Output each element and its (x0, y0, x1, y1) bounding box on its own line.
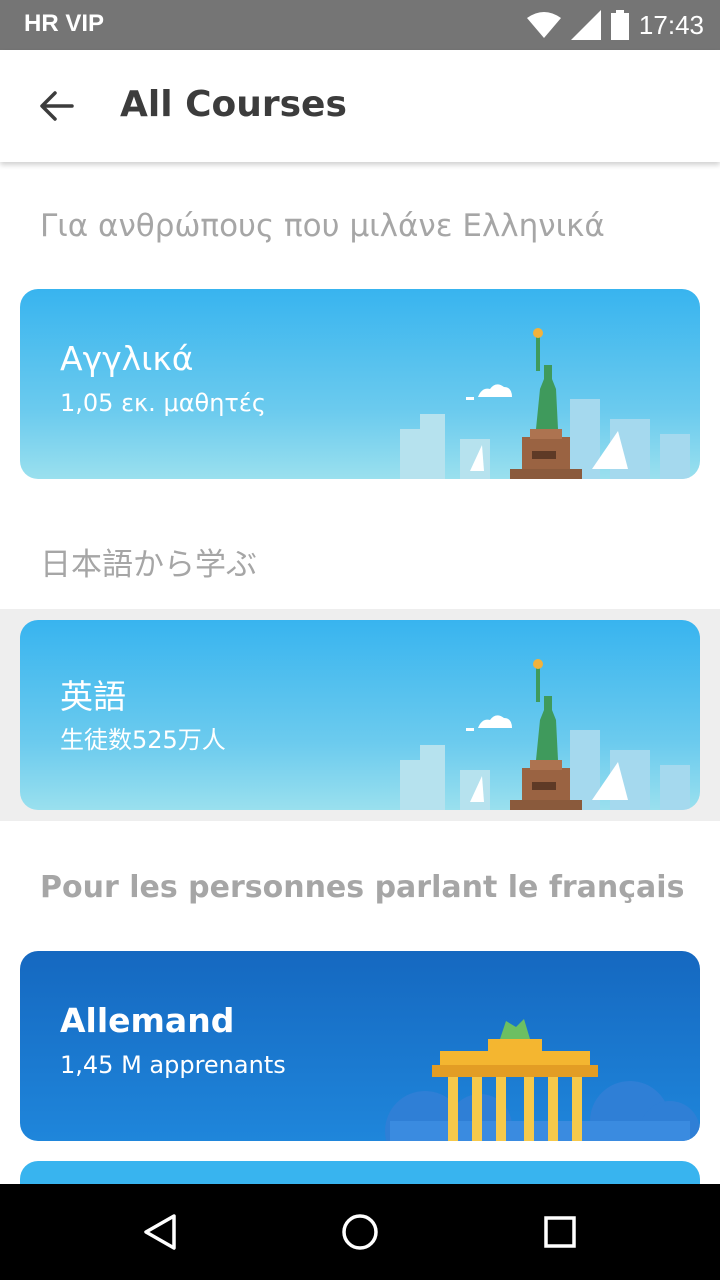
wifi-icon (526, 12, 561, 38)
brandenburg-gate-icon (385, 1019, 700, 1141)
system-nav-bar (0, 1184, 720, 1280)
back-button[interactable] (24, 80, 88, 132)
learner-count: 1,45 M apprenants (60, 1051, 286, 1079)
learner-count: 生徒数525万人 (60, 726, 226, 754)
app-bar: All Courses (0, 50, 720, 162)
battery-icon (610, 10, 629, 40)
nav-home-button[interactable] (336, 1208, 384, 1256)
status-icons: 17:43 (526, 8, 704, 42)
statue-of-liberty-icon (400, 659, 690, 810)
page-title: All Courses (120, 84, 347, 125)
signal-icon (570, 10, 601, 40)
course-card-english-from-japanese[interactable]: 英語 生徒数525万人 (20, 620, 700, 810)
clock: 17:43 (638, 9, 704, 40)
status-bar: HR VIP 17:43 (0, 0, 720, 50)
course-list[interactable]: Για ανθρώπους που μιλάνε Ελληνικά Αγγλικ… (0, 162, 720, 1184)
nav-back-button[interactable] (136, 1208, 184, 1256)
course-name: Allemand (60, 1001, 235, 1040)
section-header-japanese: 日本語から学ぶ (40, 547, 257, 583)
section-header-french: Pour les personnes parlant le français (40, 870, 685, 905)
course-name: Αγγλικά (60, 339, 194, 378)
triangle-back-icon (144, 1214, 176, 1250)
arrow-back-icon (40, 91, 74, 121)
course-card-english-from-greek[interactable]: Αγγλικά 1,05 εκ. μαθητές (20, 289, 700, 479)
carrier-name: HR VIP (24, 10, 105, 37)
square-recents-icon (544, 1216, 576, 1248)
course-card-german-from-french[interactable]: Allemand 1,45 M apprenants (20, 951, 700, 1141)
learner-count: 1,05 εκ. μαθητές (60, 389, 266, 417)
course-name: 英語 (60, 677, 126, 716)
nav-recents-button[interactable] (536, 1208, 584, 1256)
circle-home-icon (342, 1214, 378, 1250)
section-header-greek: Για ανθρώπους που μιλάνε Ελληνικά (40, 208, 605, 244)
course-card-partial[interactable] (20, 1161, 700, 1184)
statue-of-liberty-icon (400, 328, 690, 479)
